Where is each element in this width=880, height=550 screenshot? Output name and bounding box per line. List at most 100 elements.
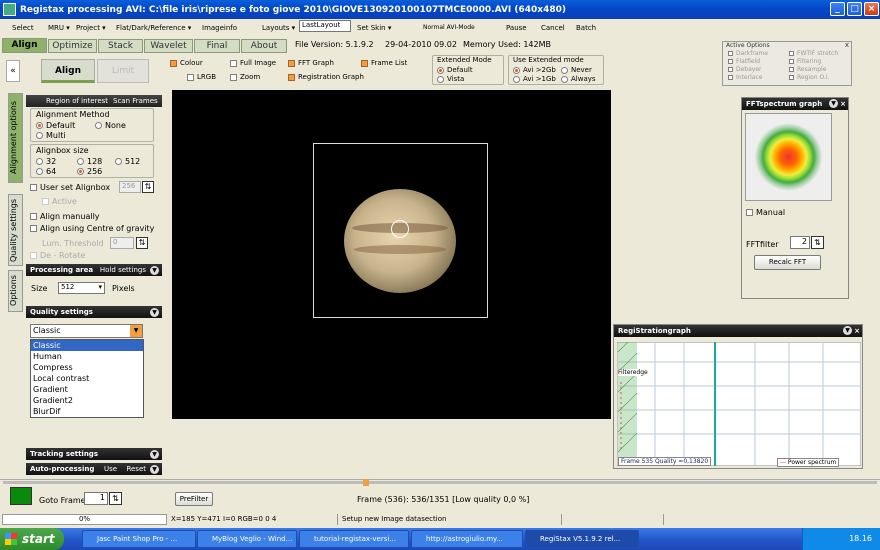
- tab-alignment-options[interactable]: Alignment options: [8, 93, 23, 183]
- menu-select[interactable]: Select: [12, 24, 34, 32]
- registration-graph[interactable]: [617, 342, 861, 466]
- avi-2gb-radio[interactable]: Avi >2Gb: [513, 66, 556, 74]
- spinner-icon[interactable]: ⇅: [136, 237, 148, 249]
- quality-option-classic[interactable]: Classic: [31, 340, 143, 351]
- lum-threshold-value[interactable]: 0: [110, 237, 134, 249]
- goto-frame-input[interactable]: 1: [84, 492, 108, 505]
- active-checkbox[interactable]: Active: [42, 197, 77, 206]
- registration-graph-option[interactable]: Registration Graph: [288, 73, 364, 81]
- tab-optimize[interactable]: Optimize: [48, 39, 97, 53]
- size-32-radio[interactable]: 32: [36, 157, 56, 166]
- quality-option-compress[interactable]: Compress: [31, 362, 143, 373]
- taskbar-item-astrogiulio[interactable]: http://astrogiulio.my...: [411, 530, 523, 548]
- minimize-button[interactable]: _: [830, 2, 845, 16]
- always-radio[interactable]: Always: [561, 75, 596, 83]
- start-button[interactable]: start: [0, 528, 64, 550]
- quality-option-local-contrast[interactable]: Local contrast: [31, 373, 143, 384]
- tab-wavelet[interactable]: Wavelet: [144, 39, 193, 53]
- chevron-down-icon[interactable]: ▼: [150, 450, 159, 459]
- close-icon[interactable]: ×: [854, 325, 860, 337]
- size-128-radio[interactable]: 128: [77, 157, 102, 166]
- zoom-option[interactable]: Zoom: [230, 73, 260, 81]
- quality-option-gradient2[interactable]: Gradient2: [31, 395, 143, 406]
- tab-options[interactable]: Options: [8, 270, 23, 312]
- frame-list-option[interactable]: Frame List: [361, 59, 407, 67]
- spinner-icon[interactable]: ⇅: [109, 492, 122, 505]
- fullimage-option[interactable]: Full Image: [230, 59, 276, 67]
- chevron-down-icon[interactable]: ▼: [150, 266, 159, 275]
- layout-select[interactable]: LastLayout: [299, 20, 351, 32]
- taskbar-item-paintshop[interactable]: Jasc Paint Shop Pro - ...: [82, 530, 196, 548]
- chevron-down-icon[interactable]: ▼: [130, 325, 142, 337]
- size-256-radio[interactable]: 256: [77, 167, 102, 176]
- menu-mru[interactable]: MRU ▾: [48, 24, 70, 32]
- avi-mode-button[interactable]: Normal AVI-Mode: [423, 24, 475, 31]
- quality-settings-label: Quality settings: [30, 308, 93, 316]
- ext-vista-radio[interactable]: Vista: [437, 75, 464, 83]
- spinner-icon[interactable]: ⇅: [142, 181, 154, 193]
- avi-1gb-radio[interactable]: Avi >1Gb: [513, 75, 556, 83]
- tab-about[interactable]: About: [241, 39, 287, 53]
- collapse-icon[interactable]: «: [6, 60, 20, 82]
- derotate-checkbox[interactable]: De - Rotate: [30, 251, 85, 260]
- tab-final[interactable]: Final: [194, 39, 240, 53]
- size-512-radio[interactable]: 512: [115, 157, 140, 166]
- chevron-down-icon[interactable]: ▼: [150, 308, 159, 317]
- quality-select[interactable]: Classic ▼: [30, 324, 143, 338]
- menu-layouts[interactable]: Layouts ▾: [262, 24, 295, 32]
- close-button[interactable]: ×: [864, 2, 879, 16]
- alignment-point-marker[interactable]: [391, 220, 409, 238]
- colour-option[interactable]: Colour: [170, 59, 203, 67]
- spinner-icon[interactable]: ⇅: [811, 236, 824, 249]
- cancel-button[interactable]: Cancel: [541, 24, 565, 32]
- tab-quality-settings[interactable]: Quality settings: [8, 194, 23, 266]
- size-64-radio[interactable]: 64: [36, 167, 56, 176]
- image-viewport[interactable]: [172, 90, 611, 419]
- active-options-title: Active Options: [726, 42, 770, 49]
- reset-button[interactable]: Reset: [126, 463, 146, 475]
- method-multi-radio[interactable]: Multi: [36, 131, 66, 140]
- chevron-down-icon[interactable]: ▼: [843, 326, 852, 335]
- frame-slider-thumb[interactable]: [363, 479, 369, 486]
- tab-stack[interactable]: Stack: [98, 39, 143, 53]
- maximize-button[interactable]: □: [847, 2, 862, 16]
- menu-imageinfo[interactable]: Imageinfo: [202, 24, 237, 32]
- close-icon[interactable]: x: [845, 41, 849, 49]
- close-icon[interactable]: ×: [840, 98, 846, 110]
- quality-option-blurdif[interactable]: BlurDif: [31, 406, 143, 417]
- lrgb-option[interactable]: LRGB: [187, 73, 216, 81]
- never-radio[interactable]: Never: [561, 66, 592, 74]
- align-button[interactable]: Align: [41, 59, 95, 83]
- align-manually-checkbox[interactable]: Align manually: [30, 212, 100, 221]
- prefilter-button[interactable]: PreFilter: [175, 492, 213, 506]
- taskbar-item-myblog[interactable]: MyBlog Veglio - Wind...: [197, 530, 297, 548]
- menu-flat-dark[interactable]: Flat/Dark/Reference ▾: [116, 24, 191, 32]
- taskbar-item-registax[interactable]: RegiStax V5.1.9.2 rel...: [525, 530, 639, 548]
- limit-button[interactable]: Limit: [97, 59, 149, 83]
- method-none-radio[interactable]: None: [95, 121, 126, 130]
- region-of-interest-button[interactable]: Region of interest: [46, 95, 108, 107]
- menu-set-skin[interactable]: Set Skin ▾: [357, 24, 391, 32]
- tab-align[interactable]: Align: [2, 38, 47, 53]
- fft-graph-option[interactable]: FFT Graph: [288, 59, 334, 67]
- centre-gravity-checkbox[interactable]: Align using Centre of gravity: [30, 224, 154, 233]
- menu-project[interactable]: Project ▾: [76, 24, 106, 32]
- size-select[interactable]: 512 ▾: [58, 282, 105, 294]
- fft-filter-value[interactable]: 2: [790, 236, 810, 249]
- use-button[interactable]: Use: [104, 463, 117, 475]
- alignbox-value[interactable]: 256: [119, 181, 141, 193]
- batch-button[interactable]: Batch: [576, 24, 596, 32]
- manual-checkbox[interactable]: Manual: [746, 208, 785, 217]
- user-alignbox-checkbox[interactable]: User set Alignbox: [30, 183, 110, 192]
- chevron-down-icon[interactable]: ▼: [829, 99, 838, 108]
- method-default-radio[interactable]: Default: [36, 121, 75, 130]
- hold-settings-button[interactable]: Hold settings: [100, 264, 146, 276]
- quality-option-human[interactable]: Human: [31, 351, 143, 362]
- recalc-fft-button[interactable]: Recalc FFT: [754, 255, 821, 270]
- taskbar-item-tutorial[interactable]: tutorial-registax-versi...: [299, 530, 409, 548]
- scan-frames-button[interactable]: Scan Frames: [113, 95, 158, 107]
- quality-option-gradient[interactable]: Gradient: [31, 384, 143, 395]
- pause-button[interactable]: Pause: [506, 24, 527, 32]
- ext-default-radio[interactable]: Default: [437, 66, 473, 74]
- chevron-down-icon[interactable]: ▼: [150, 465, 159, 474]
